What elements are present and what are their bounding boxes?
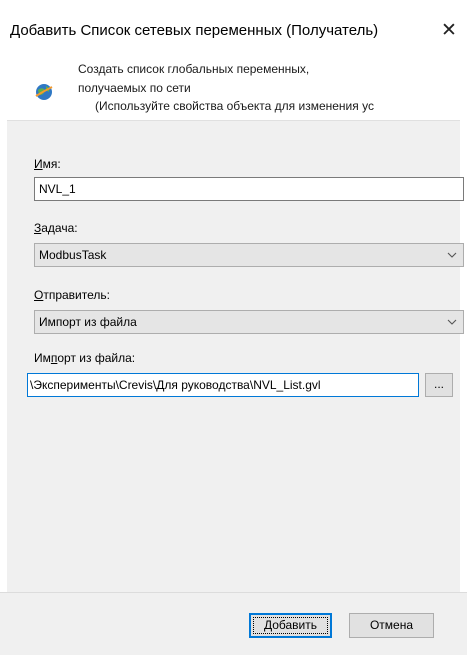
form-panel: Имя: NVL_1 Задача: ModbusTask Отправител…	[7, 120, 464, 592]
close-icon: ✕	[441, 19, 457, 41]
task-combobox[interactable]: ModbusTask	[34, 243, 464, 267]
globe-icon	[35, 84, 53, 100]
sender-combobox[interactable]: Импорт из файла	[34, 310, 464, 334]
description-line-3: (Используйте свойства объекта для измене…	[95, 99, 374, 113]
name-field[interactable]: NVL_1	[34, 177, 464, 201]
chevron-down-icon	[447, 319, 457, 325]
dialog-title: Добавить Список сетевых переменных (Полу…	[10, 22, 379, 39]
focus-rect	[253, 617, 328, 634]
description-line-2: получаемых по сети	[78, 81, 191, 95]
close-button[interactable]: ✕	[431, 14, 467, 46]
dialog-footer: Добавить Отмена	[0, 592, 467, 655]
name-label: Имя:	[34, 157, 61, 171]
task-label: Задача:	[34, 221, 78, 235]
sender-label: Отправитель:	[34, 288, 110, 302]
task-value: ModbusTask	[39, 248, 107, 262]
description-line-1: Создать список глобальных переменных,	[78, 62, 310, 76]
import-label: Импорт из файла:	[34, 351, 136, 365]
browse-button[interactable]: ...	[425, 373, 453, 397]
cancel-button[interactable]: Отмена	[349, 613, 434, 638]
add-button[interactable]: Добавить	[249, 613, 332, 638]
dialog-titlebar: Добавить Список сетевых переменных (Полу…	[0, 0, 467, 56]
sender-value: Импорт из файла	[39, 315, 137, 329]
chevron-down-icon	[447, 252, 457, 258]
dialog-header: Создать список глобальных переменных, по…	[0, 56, 467, 120]
import-path-field[interactable]: \Эксперименты\Crevis\Для руководства\NVL…	[27, 373, 419, 397]
